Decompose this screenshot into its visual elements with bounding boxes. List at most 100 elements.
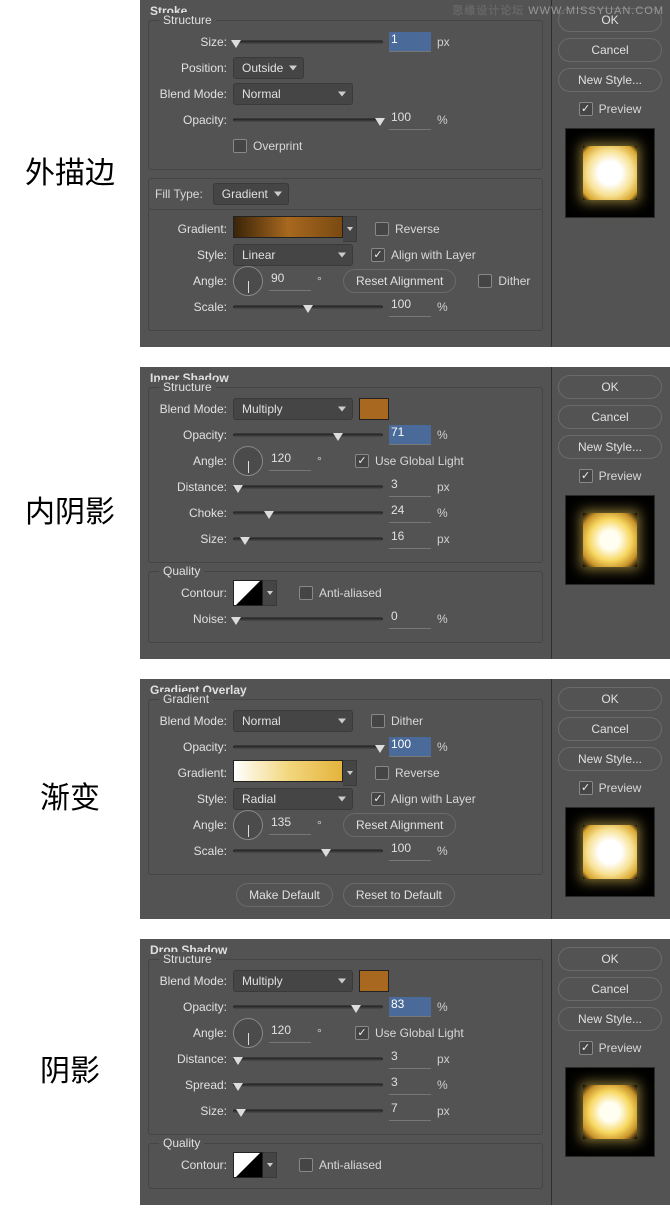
checkbox[interactable] [371,248,385,262]
slider[interactable] [233,1103,383,1119]
reset-alignment-button[interactable]: Reset Alignment [343,269,456,293]
value-input[interactable]: 1 [389,32,431,52]
section-chinese-label: 阴影 [0,1054,140,1090]
unit: % [437,612,457,626]
contour-picker[interactable] [263,580,277,606]
select-multiply[interactable]: Multiply [233,398,353,420]
new-style-button[interactable]: New Style... [558,68,662,92]
cancel-button[interactable]: Cancel [558,405,662,429]
field-label: Noise: [155,612,227,626]
reset-alignment-button[interactable]: Reset Alignment [343,813,456,837]
color-swatch[interactable] [359,398,389,420]
angle-value[interactable]: 120 [269,1023,311,1043]
value-input[interactable]: 16 [389,529,431,549]
checkbox[interactable] [233,139,247,153]
slider[interactable] [233,843,383,859]
field-label: Distance: [155,480,227,494]
ok-button[interactable]: OK [558,687,662,711]
value-input[interactable]: 7 [389,1101,431,1121]
value-input[interactable]: 0 [389,609,431,629]
new-style-button[interactable]: New Style... [558,1007,662,1031]
color-swatch[interactable] [359,970,389,992]
field-row: Gradient:Reverse [155,760,536,786]
slider[interactable] [233,427,383,443]
cancel-button[interactable]: Cancel [558,38,662,62]
value-input[interactable]: 100 [389,841,431,861]
slider[interactable] [233,112,383,128]
value-input[interactable]: 3 [389,1075,431,1095]
new-style-button[interactable]: New Style... [558,747,662,771]
angle-value[interactable]: 90 [269,271,311,291]
select-normal[interactable]: Normal [233,710,353,732]
fieldset: QualityContour:Anti-aliased [148,1143,543,1189]
slider[interactable] [233,739,383,755]
angle-dial[interactable] [233,266,263,296]
preview-checkbox[interactable] [579,1041,593,1055]
checkbox[interactable] [375,766,389,780]
gradient-picker[interactable] [343,760,357,786]
angle-dial[interactable] [233,446,263,476]
checkbox[interactable] [375,222,389,236]
angle-value[interactable]: 135 [269,815,311,835]
contour-swatch[interactable] [233,1152,263,1178]
gradient-picker[interactable] [343,216,357,242]
field-row: Opacity:71% [155,422,536,448]
value-input[interactable]: 100 [389,297,431,317]
checkbox[interactable] [299,586,313,600]
preview-checkbox[interactable] [579,469,593,483]
angle-value[interactable]: 120 [269,451,311,471]
checkbox[interactable] [371,792,385,806]
gradient-swatch[interactable] [233,760,343,782]
field-label: Distance: [155,1052,227,1066]
field-label: Gradient: [155,766,227,780]
checkbox[interactable] [478,274,492,288]
value-input[interactable]: 3 [389,1049,431,1069]
slider[interactable] [233,34,383,50]
checkbox[interactable] [355,1026,369,1040]
value-input[interactable]: 71 [389,425,431,445]
ok-button[interactable]: OK [558,947,662,971]
slider[interactable] [233,1051,383,1067]
slider[interactable] [233,505,383,521]
slider[interactable] [233,999,383,1015]
select-normal[interactable]: Normal [233,83,353,105]
slider[interactable] [233,1077,383,1093]
new-style-button[interactable]: New Style... [558,435,662,459]
field-row: Blend Mode:Multiply [155,396,536,422]
select-radial[interactable]: Radial [233,788,353,810]
fill-type-select[interactable]: Gradient [213,183,289,205]
slider[interactable] [233,611,383,627]
unit: px [437,1052,457,1066]
make-default-button[interactable]: Make Default [236,883,333,907]
preview-label: Preview [599,1041,642,1055]
ok-button[interactable]: OK [558,375,662,399]
field-label: Scale: [155,844,227,858]
select-multiply[interactable]: Multiply [233,970,353,992]
value-input[interactable]: 3 [389,477,431,497]
value-input[interactable]: 24 [389,503,431,523]
value-input[interactable]: 100 [389,737,431,757]
unit: % [437,113,457,127]
angle-dial[interactable] [233,810,263,840]
preview-thumbnail [565,128,655,218]
cancel-button[interactable]: Cancel [558,977,662,1001]
angle-dial[interactable] [233,1018,263,1048]
select-outside[interactable]: Outside [233,57,304,79]
value-input[interactable]: 100 [389,110,431,130]
reset-to-default-button[interactable]: Reset to Default [343,883,455,907]
contour-swatch[interactable] [233,580,263,606]
checkbox[interactable] [355,454,369,468]
select-linear[interactable]: Linear [233,244,353,266]
preview-checkbox[interactable] [579,781,593,795]
value-input[interactable]: 83 [389,997,431,1017]
preview-checkbox[interactable] [579,102,593,116]
contour-picker[interactable] [263,1152,277,1178]
slider[interactable] [233,479,383,495]
slider[interactable] [233,531,383,547]
cancel-button[interactable]: Cancel [558,717,662,741]
checkbox[interactable] [299,1158,313,1172]
field-label: Opacity: [155,1000,227,1014]
gradient-swatch[interactable] [233,216,343,238]
slider[interactable] [233,299,383,315]
checkbox[interactable] [371,714,385,728]
